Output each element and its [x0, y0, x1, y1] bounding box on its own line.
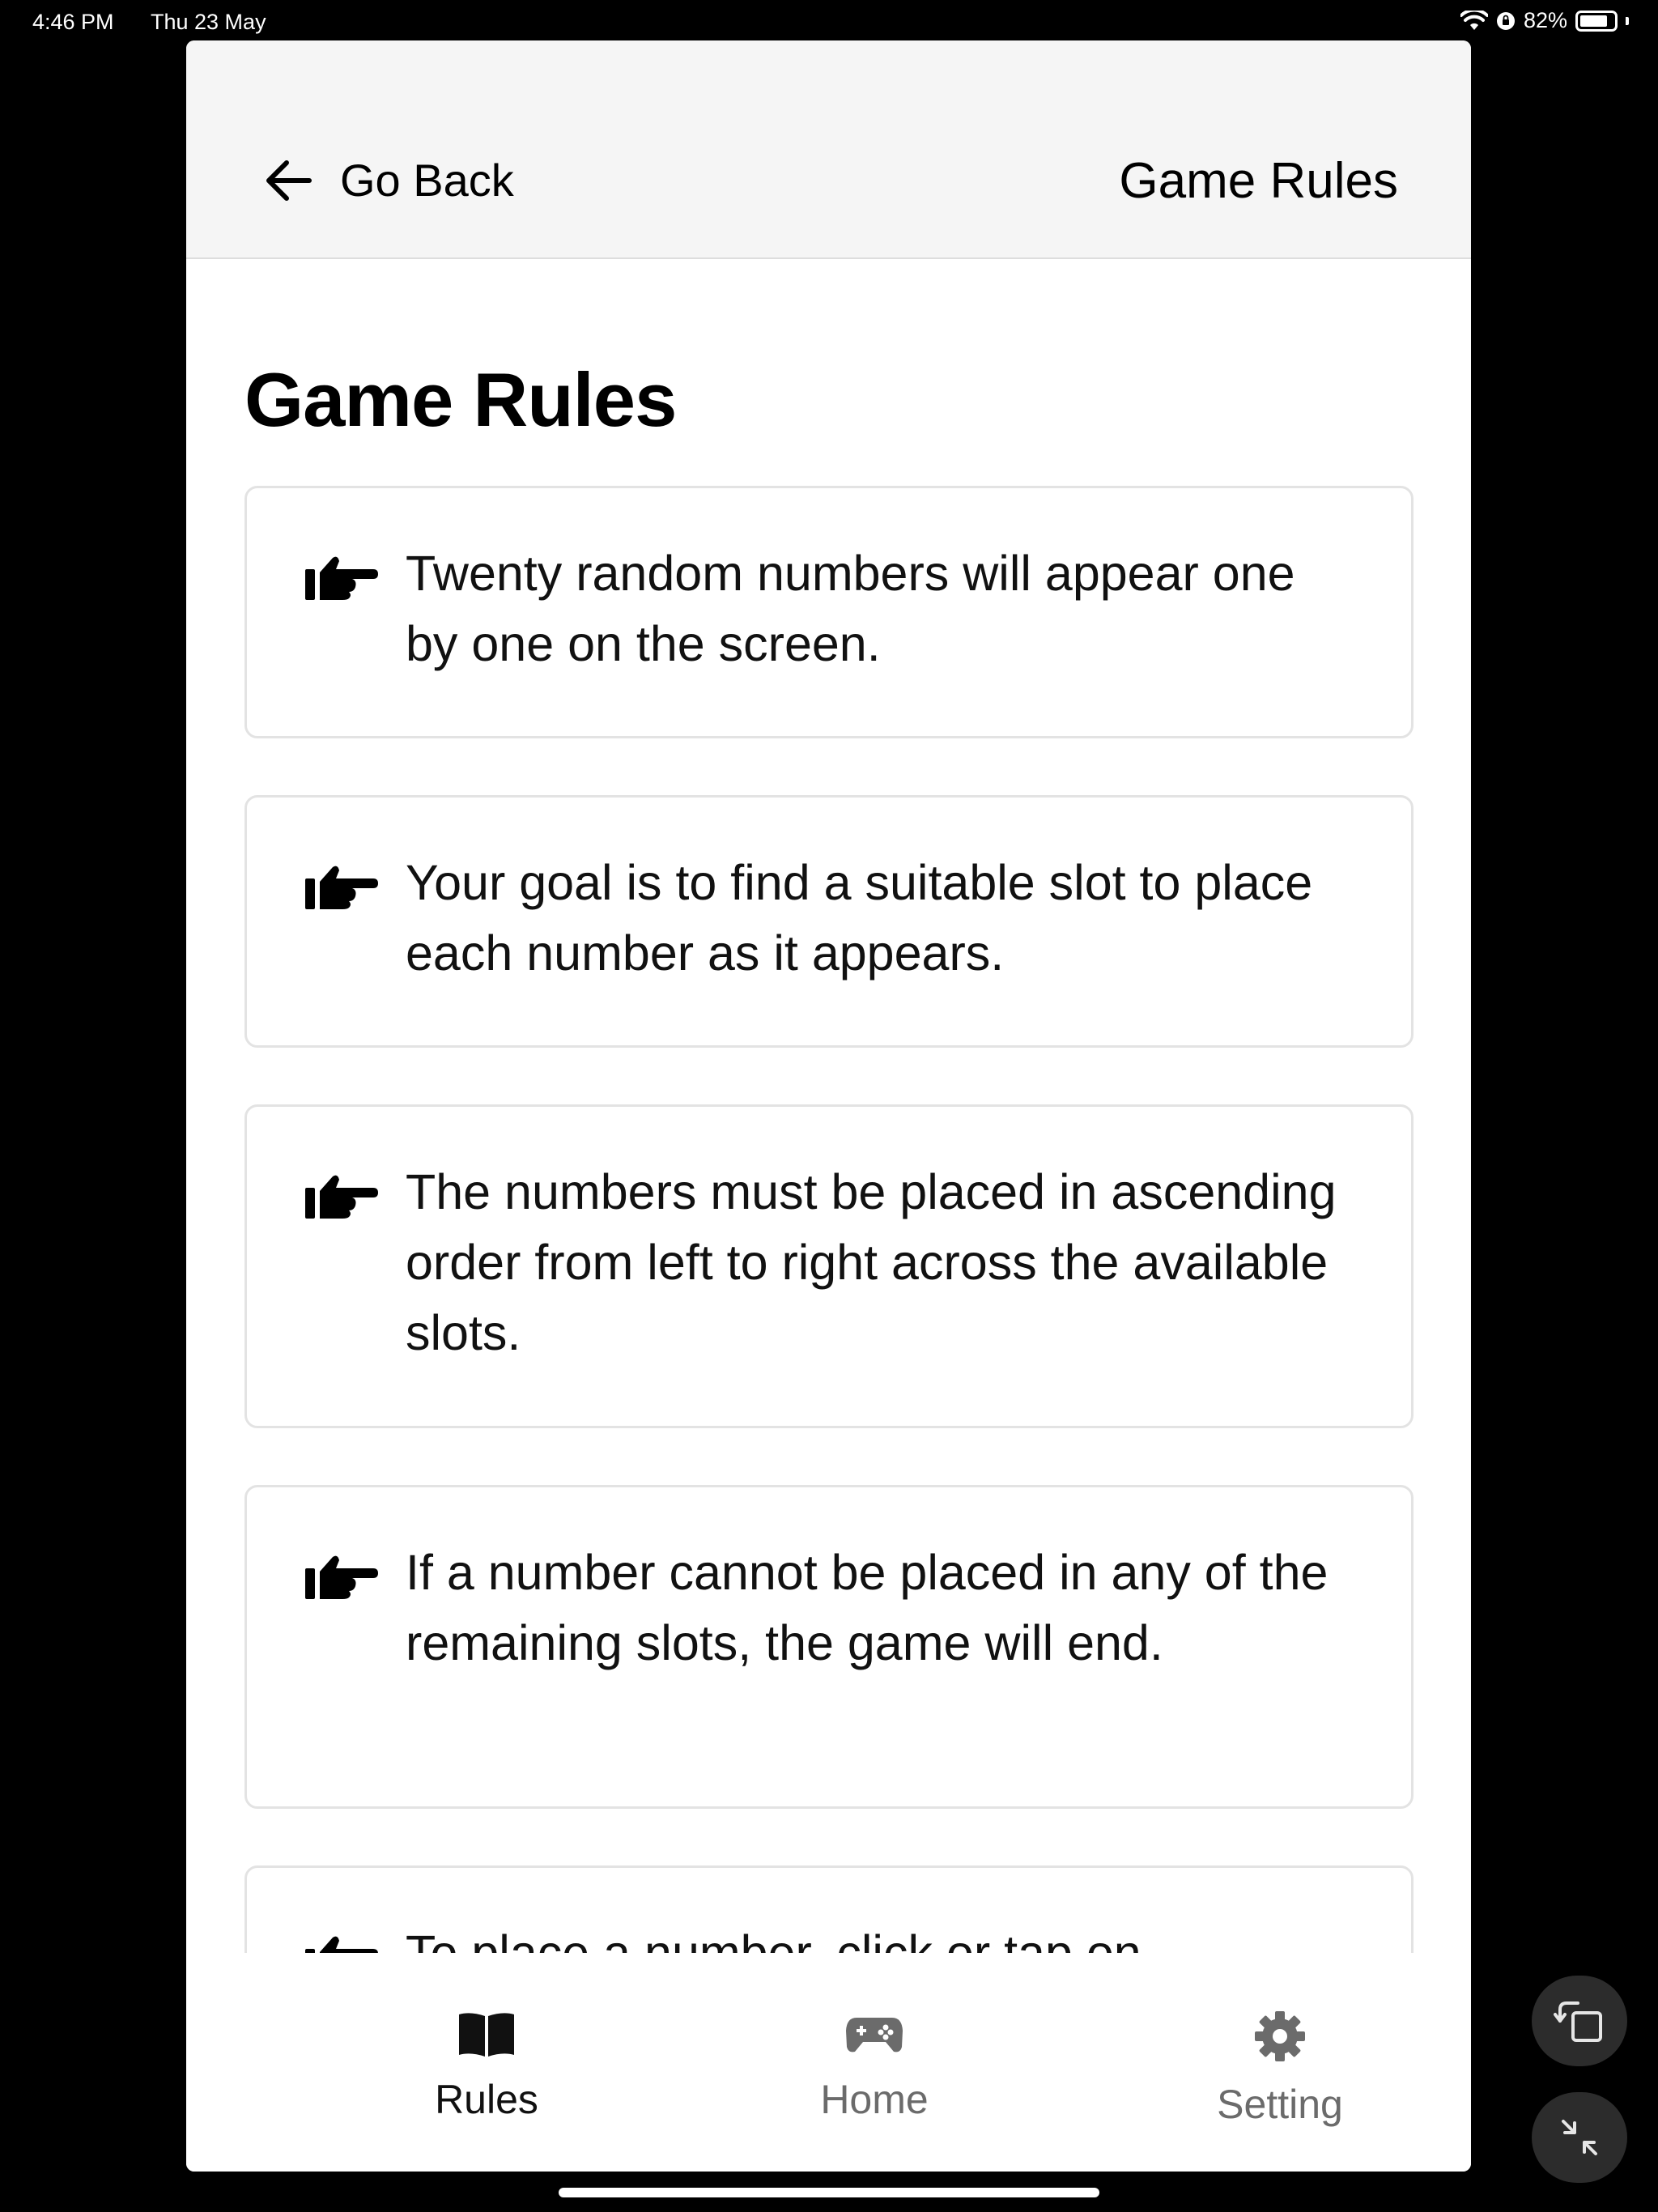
tab-home[interactable]: Home — [753, 2010, 996, 2123]
tab-setting-label: Setting — [1217, 2082, 1343, 2127]
rule-text: Twenty random numbers will appear one by… — [406, 546, 1295, 671]
rules-scroll-area[interactable]: Game Rules Twenty random numbers will ap… — [186, 261, 1471, 1953]
go-back-button[interactable]: Go Back — [264, 154, 514, 206]
rotate-screen-button[interactable] — [1532, 1976, 1627, 2066]
battery-icon — [1575, 10, 1618, 32]
book-open-icon — [459, 2013, 514, 2057]
page-title: Game Rules — [244, 357, 677, 442]
minimize-button[interactable] — [1532, 2092, 1627, 2183]
rule-text: Your goal is to find a suitable slot to … — [406, 855, 1313, 981]
status-date: Thu 23 May — [151, 10, 266, 34]
hand-point-right-icon — [305, 866, 378, 909]
rule-text: The numbers must be placed in ascending … — [406, 1164, 1337, 1360]
hand-point-right-icon — [305, 556, 378, 600]
battery-level — [1580, 15, 1607, 27]
go-back-label: Go Back — [340, 155, 514, 206]
app-header: Go Back Game Rules — [186, 40, 1471, 259]
rule-text: If a number cannot be placed in any of t… — [406, 1545, 1329, 1670]
rule-card: Your goal is to find a suitable slot to … — [244, 795, 1414, 1048]
gamepad-icon — [846, 2018, 903, 2052]
header-title: Game Rules — [1119, 153, 1398, 209]
tab-home-label: Home — [820, 2077, 929, 2122]
arrow-left-icon — [266, 160, 312, 201]
status-bar: 4:46 PM Thu 23 May 82% — [0, 0, 1658, 42]
tab-rules[interactable]: Rules — [365, 2010, 608, 2123]
rotate-screen-icon — [1554, 2001, 1602, 2042]
status-time: 4:46 PM — [32, 10, 114, 34]
hand-point-right-icon — [305, 1936, 378, 1953]
wifi-icon — [1460, 10, 1488, 30]
rule-card: Twenty random numbers will appear one by… — [244, 486, 1414, 738]
rule-text: To place a number, click or tap on — [406, 1925, 1141, 1953]
hand-point-right-icon — [305, 1175, 378, 1219]
gear-icon — [1255, 2011, 1305, 2061]
minimize-icon — [1562, 2120, 1597, 2155]
rule-card: If a number cannot be placed in any of t… — [244, 1485, 1414, 1809]
tab-rules-label: Rules — [435, 2077, 538, 2122]
rule-card: The numbers must be placed in ascending … — [244, 1104, 1414, 1428]
battery-cap — [1626, 16, 1629, 25]
battery-percent: 82% — [1523, 8, 1567, 32]
rule-card: To place a number, click or tap on — [244, 1865, 1414, 1953]
status-indicators: 82% — [1460, 8, 1629, 33]
app-window: Go Back Game Rules Game Rules Twenty ran… — [186, 40, 1471, 2172]
tab-setting[interactable]: Setting — [1158, 2010, 1401, 2128]
tab-bar: Rules Home Setting — [186, 1953, 1471, 2172]
hand-point-right-icon — [305, 1555, 378, 1599]
orientation-lock-icon — [1496, 11, 1515, 30]
home-indicator[interactable] — [559, 2188, 1099, 2197]
